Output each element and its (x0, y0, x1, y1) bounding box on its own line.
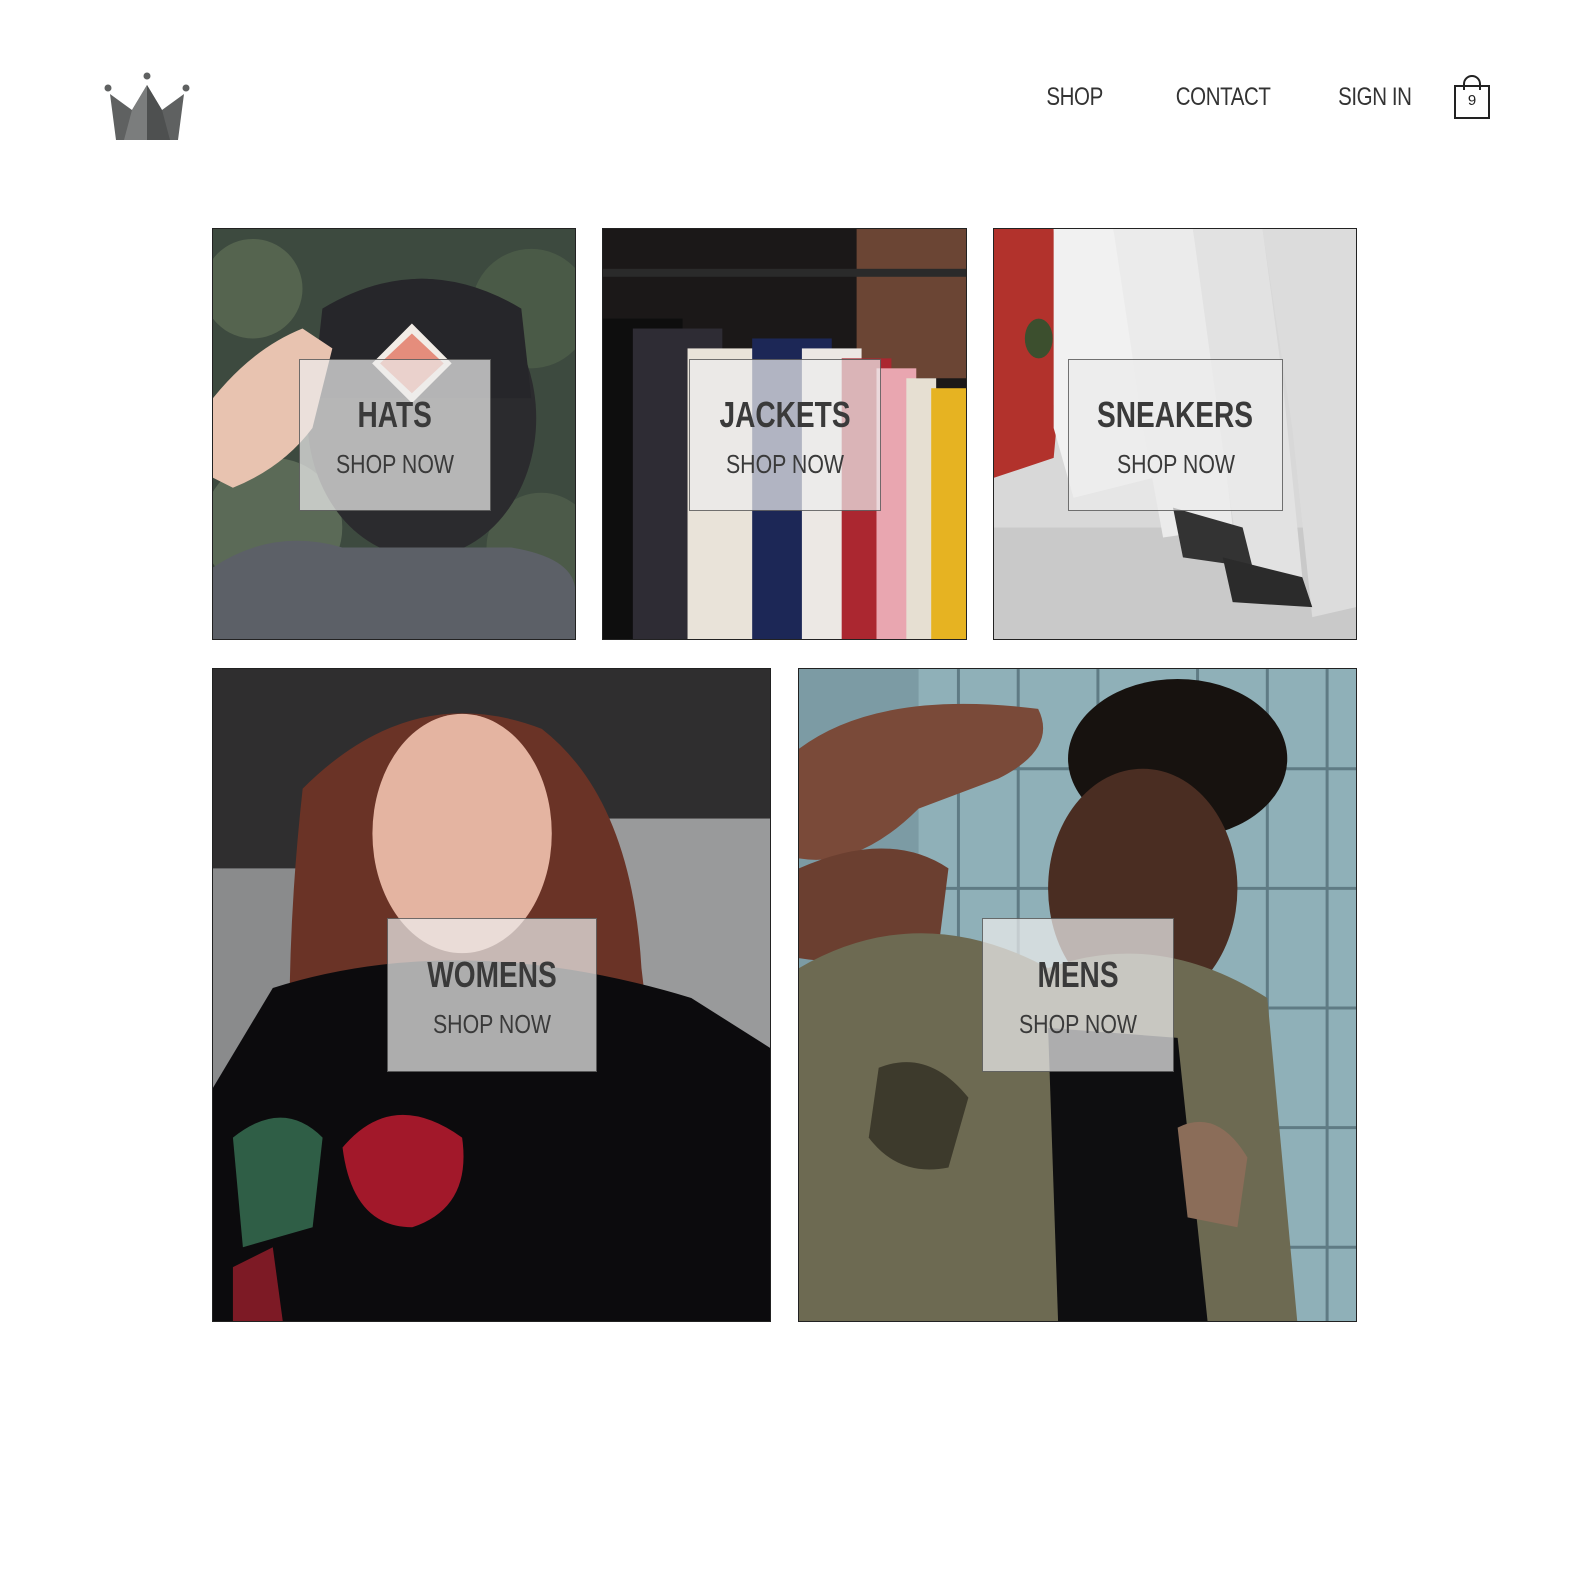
nav-sign-in[interactable]: SIGN IN (1339, 77, 1413, 117)
category-overlay: SNEAKERS SHOP NOW (1068, 359, 1283, 511)
category-overlay: HATS SHOP NOW (299, 359, 491, 511)
shop-now-link[interactable]: SHOP NOW (433, 1007, 551, 1041)
shop-now-link[interactable]: SHOP NOW (1019, 1007, 1137, 1041)
shop-now-link[interactable]: SHOP NOW (1116, 447, 1234, 481)
category-overlay: WOMENS SHOP NOW (387, 918, 597, 1072)
crown-logo[interactable] (104, 70, 194, 145)
cart-count: 9 (1467, 92, 1477, 109)
nav-shop[interactable]: SHOP (1046, 77, 1103, 117)
category-title: WOMENS (427, 954, 557, 995)
category-title: HATS (357, 394, 433, 435)
site-header: SHOP CONTACT SIGN IN 9 (0, 0, 1592, 180)
crown-icon (104, 72, 190, 140)
category-card-mens[interactable]: MENS SHOP NOW (798, 668, 1357, 1322)
category-overlay: JACKETS SHOP NOW (689, 359, 881, 511)
main-nav: SHOP CONTACT SIGN IN 9 (982, 74, 1492, 120)
category-overlay: MENS SHOP NOW (982, 918, 1174, 1072)
category-card-jackets[interactable]: JACKETS SHOP NOW (602, 228, 967, 640)
category-card-sneakers[interactable]: SNEAKERS SHOP NOW (993, 228, 1357, 640)
shop-now-link[interactable]: SHOP NOW (726, 447, 844, 481)
nav-contact[interactable]: CONTACT (1176, 77, 1271, 117)
category-title: MENS (1037, 954, 1119, 995)
category-title: SNEAKERS (1097, 394, 1254, 435)
category-card-hats[interactable]: HATS SHOP NOW (212, 228, 576, 640)
category-title: JACKETS (719, 394, 851, 435)
category-card-womens[interactable]: WOMENS SHOP NOW (212, 668, 771, 1322)
cart-button[interactable]: 9 (1452, 74, 1492, 120)
shop-now-link[interactable]: SHOP NOW (336, 447, 454, 481)
